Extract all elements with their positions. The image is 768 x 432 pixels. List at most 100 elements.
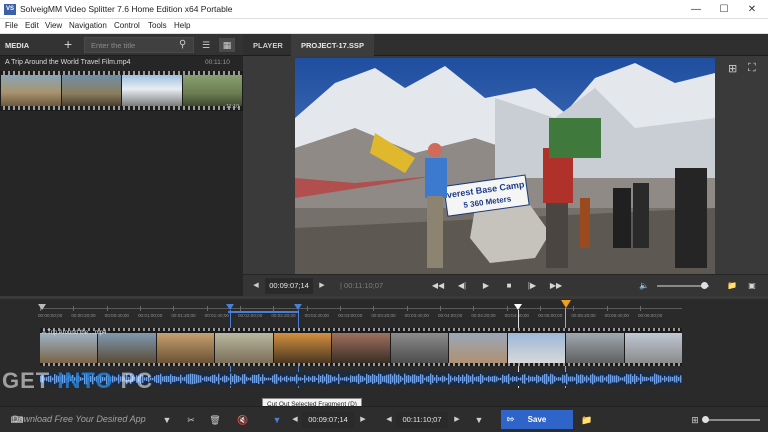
end-prev-icon[interactable]: ◀ <box>382 412 396 428</box>
menu-control[interactable]: Control <box>114 21 140 30</box>
waveform-bar <box>666 377 668 381</box>
waveform-bar <box>312 375 314 383</box>
waveform-bar <box>260 376 262 382</box>
waveform-bar <box>408 375 410 383</box>
marker-filter-icon[interactable]: ▼ <box>158 412 176 428</box>
tab-bar: PLAYER PROJECT-17.SSP <box>243 34 768 56</box>
waveform-bar <box>662 377 664 381</box>
fullscreen-icon[interactable]: ⛶ <box>748 62 756 75</box>
output-folder-icon[interactable]: 📁 <box>578 412 596 428</box>
menu-file[interactable]: File <box>5 21 18 30</box>
waveform-bar <box>474 377 476 381</box>
snapshot-icon[interactable]: ▣ <box>743 278 761 294</box>
zoom-slider[interactable] <box>702 416 760 423</box>
volume-slider-handle[interactable] <box>701 282 708 289</box>
list-view-icon[interactable]: ☰ <box>198 38 214 52</box>
waveform-bar <box>438 377 440 381</box>
menu-view[interactable]: View <box>45 21 62 30</box>
step-back-icon[interactable]: ◀| <box>453 278 471 294</box>
timeline-ruler[interactable]: 00:00:00;00 00:00:20;00 00:00:40;00 00:01:0… <box>0 300 768 322</box>
waveform-bar <box>156 374 158 384</box>
volume-slider[interactable] <box>657 282 709 289</box>
waveform-bar <box>412 374 414 384</box>
video-track[interactable]: A Trip Around the ...mp4 <box>40 328 682 366</box>
trash-icon[interactable]: 🗑 <box>206 412 224 428</box>
waveform-bar <box>320 375 322 383</box>
ruler-tick-label: 00:04:40;00 <box>504 313 529 318</box>
play-icon[interactable]: ▶ <box>477 278 495 294</box>
waveform-bar <box>368 375 370 383</box>
waveform-bar <box>532 376 534 382</box>
add-media-button[interactable]: + <box>64 36 72 52</box>
step-forward-icon[interactable]: |▶ <box>523 278 541 294</box>
clip-thumbnail-strip[interactable]: 11:10 <box>0 71 243 111</box>
waveform-bar <box>676 375 678 383</box>
waveform-bar <box>328 374 330 384</box>
tab-player[interactable]: PLAYER <box>243 34 293 56</box>
waveform-bar <box>414 374 416 384</box>
waveform-bar <box>370 375 372 383</box>
media-panel: MEDIA + Enter the title ⚲ ☰ ▦ A Trip Aro… <box>0 34 243 296</box>
mute-icon[interactable]: 🔇 <box>234 412 252 428</box>
menu-help[interactable]: Help <box>174 21 190 30</box>
start-next-icon[interactable]: ▶ <box>356 412 370 428</box>
waveform-bar <box>188 374 190 384</box>
waveform-bar <box>540 376 542 382</box>
waveform-bar <box>646 376 648 382</box>
ruler-tick <box>340 306 341 311</box>
stop-icon[interactable]: ■ <box>500 278 518 294</box>
waveform-bar <box>252 374 254 384</box>
dropdown-arrow-icon[interactable]: ▼ <box>470 412 488 428</box>
selection-start-time[interactable]: 00:09:07;14 <box>302 412 354 428</box>
end-next-icon[interactable]: ▶ <box>450 412 464 428</box>
close-button[interactable]: ✕ <box>738 0 766 19</box>
waveform-bar <box>480 373 482 385</box>
waveform-bar <box>268 377 270 381</box>
crop-icon[interactable]: ⊞ <box>728 62 737 75</box>
waveform-bar <box>454 376 456 382</box>
start-prev-icon[interactable]: ◀ <box>288 412 302 428</box>
grid-view-icon[interactable]: ▦ <box>219 38 235 52</box>
media-header: MEDIA + Enter the title ⚲ ☰ ▦ <box>0 34 243 56</box>
waveform-bar <box>198 375 200 383</box>
waveform-bar <box>608 374 610 384</box>
waveform-bar <box>660 375 662 383</box>
save-button[interactable]: ⇰ Save <box>501 410 573 429</box>
minimize-button[interactable]: — <box>682 0 710 19</box>
timeline-scroll[interactable] <box>0 296 768 299</box>
video-frame[interactable]: verest Base Camp 5 360 Meters <box>295 58 715 274</box>
start-marker[interactable] <box>38 304 46 310</box>
previous-keyframe-icon[interactable]: ◀◀ <box>429 278 447 294</box>
waveform-bar <box>630 373 632 385</box>
waveform-bar <box>524 374 526 384</box>
menu-tools[interactable]: Tools <box>148 21 167 30</box>
selection-end-time[interactable]: 00:11:10;07 <box>396 412 448 428</box>
tab-project[interactable]: PROJECT-17.SSP <box>291 34 374 56</box>
prev-frame-small-icon[interactable]: ◀ <box>249 278 263 294</box>
waveform-bar <box>584 376 586 382</box>
next-frame-small-icon[interactable]: ▶ <box>315 278 329 294</box>
clip-name[interactable]: A Trip Around the World Travel Film.mp4 <box>5 59 131 66</box>
selection-range <box>228 311 298 313</box>
waveform-bar <box>566 373 568 385</box>
volume-icon[interactable]: 🔈 <box>635 278 653 294</box>
zoom-slider-handle[interactable] <box>702 416 709 423</box>
playhead-marker[interactable] <box>561 300 571 308</box>
menu-navigation[interactable]: Navigation <box>69 21 107 30</box>
next-keyframe-icon[interactable]: ▶▶ <box>547 278 565 294</box>
waveform-bar <box>488 375 490 383</box>
waveform-bar <box>528 375 530 383</box>
waveform-bar <box>380 374 382 384</box>
maximize-button[interactable]: ☐ <box>710 0 738 19</box>
current-time-display[interactable]: 00:09:07;14 <box>265 278 313 294</box>
set-marker-icon[interactable]: ▼ <box>268 412 286 428</box>
waveform-bar <box>218 373 220 385</box>
search-icon[interactable]: ⚲ <box>179 39 186 50</box>
menu-edit[interactable]: Edit <box>25 21 39 30</box>
waveform-bar <box>642 376 644 382</box>
waveform-bar <box>498 377 500 381</box>
folder-icon[interactable]: 📁 <box>723 278 741 294</box>
search-input[interactable]: Enter the title ⚲ <box>84 37 194 53</box>
waveform-bar <box>186 374 188 384</box>
cut-icon[interactable]: ✂ <box>182 412 200 428</box>
